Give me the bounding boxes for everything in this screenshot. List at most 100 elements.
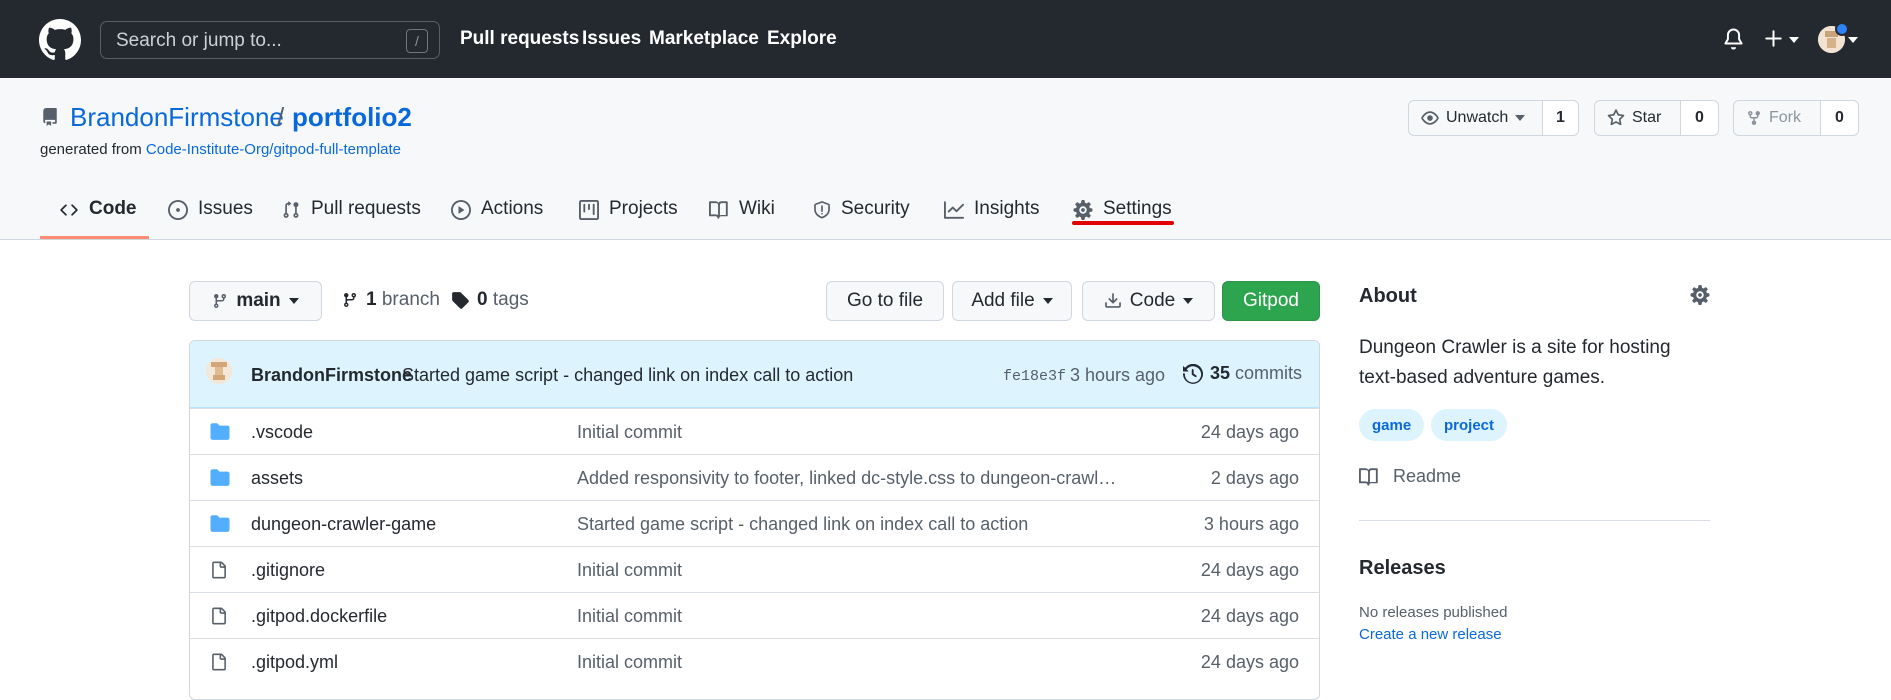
file-commit-message-link[interactable]: Initial commit — [577, 652, 682, 673]
tab-settings[interactable]: Settings — [1073, 198, 1172, 242]
commit-message-link[interactable]: Started game script - changed link on in… — [402, 365, 853, 386]
topic-tag[interactable]: project — [1431, 409, 1508, 441]
star-button[interactable]: Star — [1594, 100, 1681, 136]
file-commit-message-link[interactable]: Initial commit — [577, 606, 682, 627]
file-row[interactable]: .gitpod.yml Initial commit 24 days ago — [190, 638, 1319, 684]
file-row[interactable]: assets Added responsivity to footer, lin… — [190, 454, 1319, 500]
star-label: Star — [1632, 109, 1662, 126]
tab-actions-label: Actions — [481, 198, 544, 219]
go-to-file-button[interactable]: Go to file — [826, 281, 944, 321]
folder-icon — [210, 515, 230, 532]
tab-pull-requests[interactable]: Pull requests — [283, 198, 421, 242]
branch-word: branch — [381, 289, 440, 310]
tab-wiki-label: Wiki — [739, 198, 775, 219]
readme-link[interactable]: Readme — [1359, 466, 1461, 487]
branch-select-button[interactable]: main — [189, 281, 322, 321]
nav-issues[interactable]: Issues — [582, 28, 641, 50]
gitpod-button[interactable]: Gitpod — [1222, 281, 1320, 321]
file-name-link[interactable]: dungeon-crawler-game — [251, 514, 436, 535]
tab-insights[interactable]: Insights — [944, 198, 1039, 242]
file-commit-message-link[interactable]: Initial commit — [577, 560, 682, 581]
commit-sha-link[interactable]: fe18e3f — [1003, 368, 1066, 385]
tab-security[interactable]: Security — [813, 198, 910, 242]
file-name-link[interactable]: .gitignore — [251, 560, 325, 581]
fork-label: Fork — [1769, 109, 1801, 126]
repo-owner-link[interactable]: BrandonFirmstone — [70, 102, 284, 133]
search-shortcut-hint: / — [406, 29, 428, 53]
template-repo-link[interactable]: Code-Institute-Org/gitpod-full-template — [146, 141, 401, 158]
file-row[interactable]: .gitignore Initial commit 24 days ago — [190, 546, 1319, 592]
repo-name-link[interactable]: portfolio2 — [292, 102, 412, 133]
file-name-link[interactable]: .gitpod.yml — [251, 652, 338, 673]
gitpod-label: Gitpod — [1243, 290, 1299, 311]
history-icon — [1183, 363, 1203, 384]
unwatch-button[interactable]: Unwatch — [1408, 100, 1543, 136]
download-icon — [1104, 293, 1121, 308]
code-button-label: Code — [1129, 290, 1176, 311]
file-commit-age: 2 days ago — [1210, 468, 1299, 488]
eye-icon — [1421, 111, 1439, 125]
file-row[interactable]: dungeon-crawler-game Started game script… — [190, 500, 1319, 546]
add-file-label: Add file — [971, 290, 1035, 311]
file-name-link[interactable]: .gitpod.dockerfile — [251, 606, 387, 627]
file-browser: BrandonFirmstone Started game script - c… — [189, 340, 1320, 700]
branches-link[interactable]: 1 branch — [342, 289, 440, 311]
file-name-link[interactable]: assets — [251, 468, 303, 489]
tags-link[interactable]: 0 tags — [451, 289, 529, 311]
file-row[interactable]: .vscode Initial commit 24 days ago — [190, 408, 1319, 454]
commits-history-link[interactable]: 35 commits — [1183, 363, 1302, 384]
nav-explore[interactable]: Explore — [767, 28, 837, 50]
branch-icon — [214, 293, 227, 309]
edit-about-gear-icon[interactable] — [1690, 285, 1710, 305]
unwatch-label: Unwatch — [1446, 109, 1509, 126]
plus-icon[interactable] — [1763, 26, 1784, 51]
branch-name: main — [236, 290, 281, 311]
fork-button[interactable]: Fork — [1733, 100, 1821, 136]
nav-pull-requests[interactable]: Pull requests — [460, 28, 579, 50]
forks-count[interactable]: 0 — [1821, 100, 1859, 136]
tab-issues[interactable]: Issues — [168, 198, 253, 242]
tab-actions[interactable]: Actions — [451, 198, 543, 242]
file-commit-message-link[interactable]: Added responsivity to footer, linked dc-… — [577, 468, 1125, 489]
tab-projects[interactable]: Projects — [579, 198, 678, 242]
chevron-down-icon — [1183, 298, 1194, 304]
branch-count: 1 — [366, 289, 377, 310]
stargazers-count[interactable]: 0 — [1681, 100, 1719, 136]
watchers-count[interactable]: 1 — [1543, 100, 1579, 136]
code-download-button[interactable]: Code — [1082, 281, 1215, 321]
file-commit-message-link[interactable]: Initial commit — [577, 422, 682, 443]
file-commit-age: 24 days ago — [1200, 606, 1299, 626]
user-menu-caret-icon[interactable] — [1848, 37, 1858, 43]
graph-icon — [944, 201, 964, 219]
topic-tag[interactable]: game — [1359, 409, 1425, 441]
commit-author-avatar[interactable] — [206, 358, 232, 384]
file-name-link[interactable]: .vscode — [251, 422, 313, 443]
commit-author-link[interactable]: BrandonFirmstone — [251, 365, 412, 386]
settings-highlight-underline — [1072, 221, 1174, 225]
file-commit-age: 24 days ago — [1200, 422, 1299, 442]
search-input[interactable]: Search or jump to... / — [100, 21, 440, 59]
tab-security-label: Security — [841, 198, 910, 219]
author-identicon-icon — [206, 358, 232, 384]
fork-icon — [1748, 110, 1760, 126]
issue-icon — [168, 200, 188, 220]
create-release-link[interactable]: Create a new release — [1359, 626, 1502, 643]
file-icon — [212, 653, 226, 671]
plus-dropdown-caret-icon[interactable] — [1789, 37, 1799, 43]
releases-heading[interactable]: Releases — [1359, 557, 1446, 580]
chevron-down-icon — [1042, 298, 1053, 304]
file-row[interactable]: .gitpod.dockerfile Initial commit 24 day… — [190, 592, 1319, 638]
tag-word: tags — [492, 289, 529, 310]
tab-wiki[interactable]: Wiki — [709, 198, 775, 242]
branch-icon — [344, 292, 356, 308]
add-file-button[interactable]: Add file — [952, 281, 1072, 321]
file-commit-message-link[interactable]: Started game script - changed link on in… — [577, 514, 1028, 535]
file-commit-age: 3 hours ago — [1203, 514, 1299, 534]
book-icon — [709, 201, 728, 219]
nav-marketplace[interactable]: Marketplace — [649, 28, 759, 50]
file-icon — [212, 607, 226, 625]
bell-icon[interactable] — [1723, 28, 1744, 50]
code-icon — [60, 204, 78, 216]
commits-word: commits — [1235, 363, 1303, 383]
github-logo-icon[interactable] — [39, 19, 81, 61]
